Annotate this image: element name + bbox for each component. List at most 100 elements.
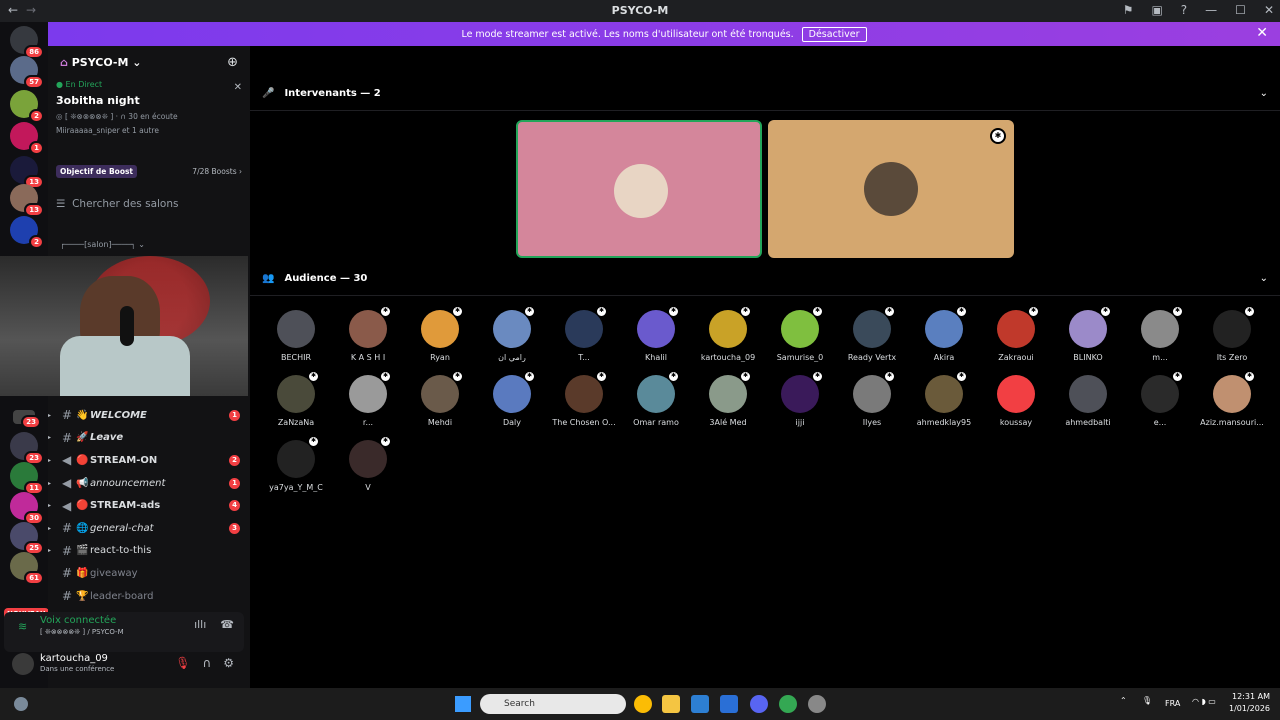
widgets-icon[interactable] — [14, 697, 28, 711]
mail-icon[interactable] — [720, 695, 738, 713]
close-icon[interactable]: ✕ — [1256, 25, 1268, 41]
audience-member[interactable]: BECHIR — [260, 310, 332, 362]
server-icon[interactable]: 61 — [10, 552, 44, 585]
audience-member[interactable]: ✱ Zakraoui — [980, 306, 1052, 362]
guild-header[interactable]: ⌂ PSYCO-M ⌄ — [60, 56, 141, 69]
audience-member[interactable]: ✱ m... — [1124, 306, 1196, 362]
start-icon[interactable] — [455, 696, 471, 712]
audience-member[interactable]: ✱ Ready Vertx — [836, 306, 908, 362]
add-member-icon[interactable]: ⊕ — [227, 55, 238, 70]
soundboard-icon[interactable]: ıllı — [194, 618, 206, 631]
audience-member[interactable]: ✱ ijji — [764, 371, 836, 427]
channel-item[interactable]: ▸ # 👋 WELCOME 1 — [48, 404, 250, 427]
audience-member[interactable]: ✱ V — [332, 436, 404, 492]
disable-streamer-button[interactable]: Désactiver — [801, 26, 867, 42]
chrome-icon[interactable] — [779, 695, 797, 713]
help-icon[interactable]: ? — [1181, 3, 1187, 17]
server-icon[interactable]: 1 — [10, 122, 44, 155]
mic-icon: 🎤 — [262, 88, 275, 99]
audience-member[interactable]: ✱ Omar ramo — [620, 371, 692, 427]
taskbar-search[interactable]: Search — [480, 694, 626, 714]
audience-member[interactable]: ✱ r... — [332, 371, 404, 427]
audience-member[interactable]: ✱ Its Zero — [1196, 306, 1268, 362]
avatar: ✱ — [1141, 371, 1183, 413]
chevron-down-icon[interactable]: ⌄ — [1260, 88, 1268, 99]
channel-item[interactable]: ▸ # 🌐 general-chat 3 — [48, 517, 250, 540]
server-icon[interactable]: 23 — [13, 410, 41, 429]
audience-member[interactable]: ✱ ahmedklay95 — [908, 371, 980, 427]
channel-search[interactable]: ☰ Chercher des salons — [56, 198, 178, 210]
server-icon[interactable]: 57 — [10, 56, 44, 89]
close-icon[interactable]: ✕ — [234, 82, 242, 93]
audience-member[interactable]: ✱ Daly — [476, 371, 548, 427]
channel-item[interactable]: ▸ # 🚀 Leave — [48, 427, 250, 450]
server-icon[interactable]: 30 — [10, 492, 44, 525]
audience-member[interactable]: ✱ K A S H I — [332, 306, 404, 362]
server-icon[interactable]: 13 — [10, 184, 44, 217]
channel-item[interactable]: # 🎁 giveaway — [48, 562, 250, 585]
maximize-button[interactable]: ☐ — [1235, 3, 1246, 17]
live-event-card[interactable]: ● En Direct 3obitha night ◎ [ ❊⊗⊗⊗⊗❊ ] ·… — [56, 80, 242, 160]
avatar[interactable] — [12, 653, 34, 675]
audience-member[interactable]: ✱ Mehdi — [404, 371, 476, 427]
speaker-tile[interactable] — [516, 120, 762, 258]
audience-member[interactable]: ✱ Akira — [908, 306, 980, 362]
audience-member[interactable]: ✱ رامي ان — [476, 306, 548, 362]
chevron-up-icon[interactable]: ⌃ — [1120, 696, 1127, 705]
server-icon[interactable]: 2 — [10, 90, 44, 123]
app-icon[interactable] — [808, 695, 826, 713]
audience-member[interactable]: ✱ Samurise_0 — [764, 306, 836, 362]
disconnect-icon[interactable]: ☎ — [220, 618, 234, 631]
chevron-down-icon[interactable]: ⌄ — [1260, 273, 1268, 284]
voice-channel: [ ❊⊗⊗⊗⊗❊ ] / PSYCO-M — [40, 628, 124, 636]
server-icon[interactable]: 2 — [10, 216, 44, 249]
audience-name: koussay — [999, 418, 1033, 427]
voice-status[interactable]: Voix connectée — [40, 615, 116, 626]
wifi-icon[interactable]: ◠ ◗ ▭ — [1192, 697, 1216, 706]
discord-icon[interactable] — [750, 695, 768, 713]
audience-member[interactable]: ✱ The Chosen O... — [548, 371, 620, 427]
audience-member[interactable]: ✱ 3Alé Med — [692, 371, 764, 427]
headphone-icon[interactable]: ∩ — [202, 656, 211, 670]
server-icon[interactable]: 13 — [10, 156, 44, 189]
language-indicator[interactable]: FRA — [1165, 699, 1180, 708]
channel-item[interactable]: ▸ ◀ 🔴 STREAM-ads 4 — [48, 494, 250, 517]
screen-icon[interactable]: ▣ — [1151, 3, 1162, 17]
audience-member[interactable]: ✱ Aziz.mansouri... — [1196, 371, 1268, 427]
mute-icon[interactable]: 🎙 — [175, 656, 190, 670]
audience-member[interactable]: koussay — [980, 375, 1052, 427]
channel-item[interactable]: ▸ # 🎬 react-to-this — [48, 540, 250, 563]
audience-member[interactable]: ✱ ya7ya_Y_M_C — [260, 436, 332, 492]
audience-member[interactable]: ✱ Khalil — [620, 306, 692, 362]
server-icon[interactable]: 86 — [10, 26, 44, 59]
channel-item[interactable]: # 🏆 leader-board — [48, 585, 250, 608]
audience-member[interactable]: ✱ kartoucha_09 — [692, 306, 764, 362]
channel-item[interactable]: ▸ ◀ 📢 announcement 1 — [48, 472, 250, 495]
minimize-button[interactable]: — — [1205, 3, 1217, 17]
moderator-icon: ✱ — [740, 306, 751, 317]
folder-icon[interactable] — [662, 695, 680, 713]
mic-icon[interactable]: 🎙 — [1142, 696, 1152, 705]
clock-time[interactable]: 12:31 AM — [1232, 692, 1270, 701]
inbox-icon[interactable]: ⚑ — [1123, 3, 1134, 17]
category-header[interactable]: ┌────[salon]────┐ ⌄ — [60, 240, 145, 249]
boost-goal[interactable]: Objectif de Boost 7/28 Boosts › — [56, 164, 242, 178]
audience-member[interactable]: ✱ Ryan — [404, 306, 476, 362]
close-button[interactable]: ✕ — [1264, 3, 1274, 17]
store-icon[interactable] — [691, 695, 709, 713]
chrome-icon[interactable] — [634, 695, 652, 713]
audience-member[interactable]: ✱ Ilyes — [836, 371, 908, 427]
server-icon[interactable]: 23 — [10, 432, 44, 465]
audience-member[interactable]: ✱ e... — [1124, 371, 1196, 427]
audience-member[interactable]: ✱ T... — [548, 306, 620, 362]
channel-item[interactable]: ▸ ◀ 🔴 STREAM-ON 2 — [48, 449, 250, 472]
audience-member[interactable]: ✱ BLINKO — [1052, 306, 1124, 362]
clock-date[interactable]: 1/01/2026 — [1229, 704, 1270, 713]
gear-icon[interactable]: ⚙ — [223, 656, 234, 670]
speaker-tile[interactable]: ✱ — [768, 120, 1014, 258]
server-icon[interactable]: 25 — [10, 522, 44, 555]
moderator-icon: ✱ — [812, 306, 823, 317]
audience-member[interactable]: ✱ ZaNzaNa — [260, 371, 332, 427]
audience-member[interactable]: ahmedbalti — [1052, 375, 1124, 427]
server-icon[interactable]: 11 — [10, 462, 44, 495]
